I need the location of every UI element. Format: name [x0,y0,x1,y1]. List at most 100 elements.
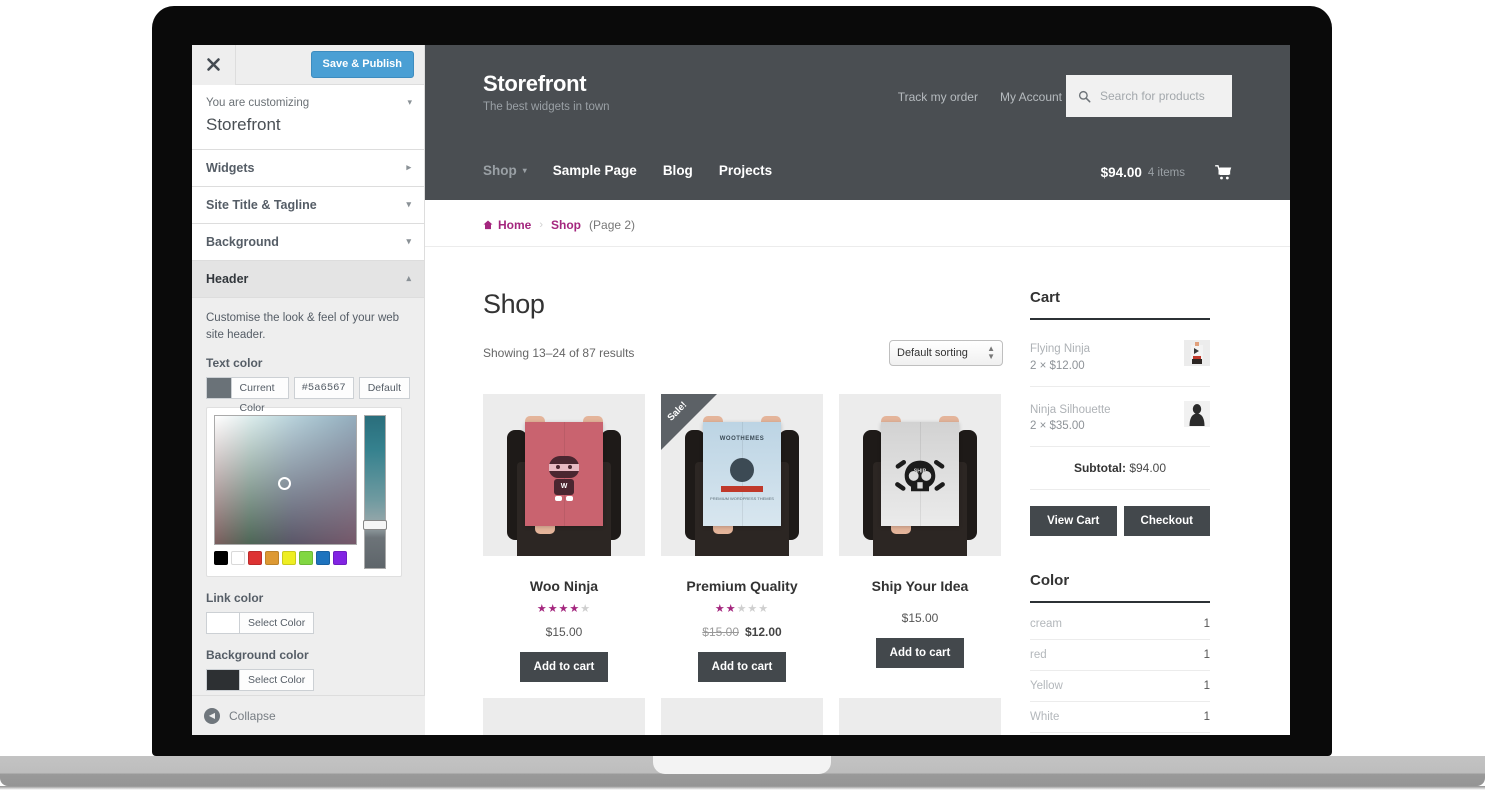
flying-ninja-thumb [1184,340,1210,366]
background-color-label: Background color [206,648,309,663]
subtotal-value: $94.00 [1129,461,1167,476]
sidebar-section-widgets[interactable]: Widgets ▸ [192,150,424,188]
saturation-value-square[interactable] [214,415,357,546]
product-name[interactable]: Woo Ninja [483,578,645,594]
breadcrumb-page-label: (Page 2) [589,218,636,232]
preset-swatch-yellow[interactable] [282,551,296,566]
preset-swatch-white[interactable] [231,551,245,566]
link-select-color-button[interactable]: Select Color [239,612,315,635]
checkout-button[interactable]: Checkout [1123,506,1210,537]
home-icon [483,220,493,230]
sorting-selected-value: Default sorting [897,347,968,359]
breadcrumb-home-link[interactable]: Home [483,218,531,232]
save-and-publish-button[interactable]: Save & Publish [310,51,414,78]
cart-widget-item[interactable]: Flying Ninja 2 × $12.00 [1030,326,1210,387]
page-title: Shop [483,289,545,319]
sidebar-section-site-title-tagline[interactable]: Site Title & Tagline ▾ [192,187,424,225]
result-count-text: Showing 13–24 of 87 results [483,346,635,360]
product-thumbnail[interactable]: W [483,394,645,556]
hex-value-field[interactable]: #5a6567 [293,377,354,400]
sorting-select[interactable]: Default sorting ▲ ▼ [889,340,1003,366]
header-cart-summary[interactable]: $94.00 4 items [1101,165,1232,180]
list-item[interactable]: Yellow 1 [1030,671,1210,703]
product-grid: W Woo Ninja ★★★★★ $15.00 Add to cart Sal… [483,394,1003,735]
site-header: Storefront The best widgets in town Trac… [425,45,1290,200]
text-color-swatch[interactable] [206,377,231,400]
product-thumbnail[interactable] [483,698,645,735]
product-rating: ★★★★★ [536,603,592,615]
color-name: cream [1030,618,1062,631]
product-search-box[interactable] [1066,75,1232,117]
background-select-color-button[interactable]: Select Color [239,669,315,692]
cart-item-name[interactable]: Flying Ninja [1030,340,1090,360]
list-item[interactable]: red 1 [1030,640,1210,672]
link-color-swatch[interactable] [206,612,239,635]
product-card[interactable] [661,698,823,735]
color-filter-list: cream 1 red 1 Yellow 1 White 1 [1030,609,1210,735]
cart-item-quantity: 2 × $12.00 [1030,359,1085,372]
chevron-down-icon: ▾ [522,166,527,175]
sidebar-widgets: Cart Flying Ninja 2 × $12.00 Ninja Silho… [1030,247,1210,735]
nav-label: Shop [483,163,517,178]
cart-item-name[interactable]: Ninja Silhouette [1030,401,1111,421]
background-color-swatch[interactable] [206,669,239,692]
main-navigation: Shop ▾ Sample Page Blog Projects [483,163,772,178]
color-picker-cursor[interactable] [278,477,291,491]
add-to-cart-button[interactable]: Add to cart [875,638,965,668]
sidebar-section-header[interactable]: Header ▴ [192,261,424,299]
preset-swatch-orange[interactable] [265,551,279,566]
preset-swatch-black[interactable] [214,551,228,566]
add-to-cart-button[interactable]: Add to cart [697,652,787,682]
nav-item-blog[interactable]: Blog [663,163,693,178]
track-my-order-link[interactable]: Track my order [898,90,978,104]
chevron-right-icon: ▸ [406,162,411,173]
color-preset-swatches [214,551,357,566]
breadcrumb: Home › Shop (Page 2) [425,200,1290,247]
cart-widget-item[interactable]: Ninja Silhouette 2 × $35.00 [1030,387,1210,448]
cart-subtotal: Subtotal: $94.00 [1030,447,1210,491]
product-name[interactable]: Ship Your Idea [839,578,1001,594]
preset-swatch-green[interactable] [299,551,313,566]
sidebar-section-background[interactable]: Background ▾ [192,224,424,262]
ninja-silhouette-thumb [1184,400,1210,427]
product-thumbnail[interactable] [661,698,823,735]
skull-poster-art: SHIP [839,394,1001,556]
product-card[interactable]: Sale! WOOTHEMES PREMIUM WORDPRESS THEMES… [661,394,823,682]
hue-slider-handle[interactable] [363,520,387,531]
list-item[interactable]: White 1 [1030,702,1210,734]
product-name[interactable]: Premium Quality [661,578,823,594]
hue-slider-strip [365,416,385,569]
hue-slider[interactable] [363,415,387,570]
color-picker[interactable] [206,407,402,578]
cart-item-info: Ninja Silhouette 2 × $35.00 [1030,401,1111,433]
preset-swatch-blue[interactable] [316,551,330,566]
list-item[interactable]: cream 1 [1030,609,1210,641]
product-card[interactable]: SHIP Ship Your Idea $15.00 Add to cart [839,394,1001,682]
product-card[interactable] [483,698,645,735]
nav-item-shop[interactable]: Shop ▾ [483,163,527,178]
product-card[interactable]: W Woo Ninja ★★★★★ $15.00 Add to cart [483,394,645,682]
view-cart-button[interactable]: View Cart [1030,506,1117,537]
product-card[interactable] [839,698,1001,735]
section-label: Site Title & Tagline [206,198,317,213]
collapse-button[interactable]: ◀ Collapse [192,695,425,735]
nav-item-sample-page[interactable]: Sample Page [553,163,637,178]
product-thumbnail[interactable]: SHIP [839,394,1001,556]
product-thumbnail[interactable] [839,698,1001,735]
nav-item-projects[interactable]: Projects [719,163,772,178]
search-input[interactable] [1100,89,1220,103]
text-color-label: Text color [206,356,263,371]
add-to-cart-button[interactable]: Add to cart [519,652,609,682]
breadcrumb-shop-link[interactable]: Shop [551,218,581,232]
preset-swatch-purple[interactable] [333,551,347,566]
product-thumbnail[interactable]: Sale! WOOTHEMES PREMIUM WORDPRESS THEMES [661,394,823,556]
current-color-button[interactable]: Current Color [230,377,289,414]
default-color-button[interactable]: Default [358,377,410,400]
customizing-info-panel[interactable]: You are customizing Storefront ▾ [192,85,424,151]
close-icon[interactable] [192,45,236,85]
preset-swatch-red[interactable] [248,551,262,566]
list-item[interactable]: Red 1 [1030,733,1210,735]
divider [1030,318,1210,320]
cart-widget-actions: View Cart Checkout [1030,506,1210,537]
my-account-link[interactable]: My Account [1000,90,1062,104]
